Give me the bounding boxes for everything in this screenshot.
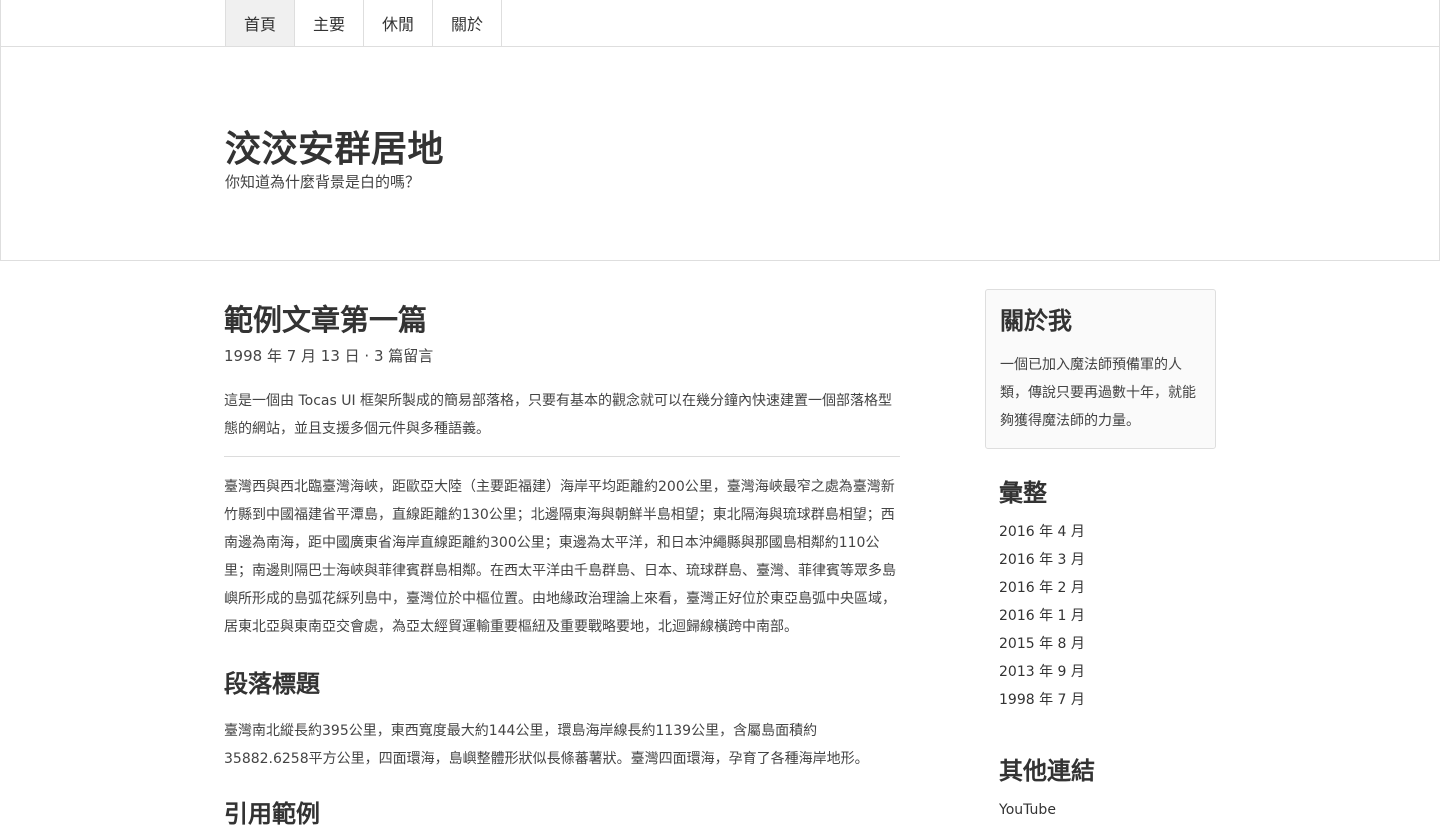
nav-item-main[interactable]: 主要 — [295, 0, 365, 46]
archive-link[interactable]: 2016 年 2 月 — [999, 580, 1085, 596]
site-header: 洨洨安群居地 你知道為什麼背景是白的嗎？ — [0, 46, 1440, 261]
post-meta: 1998 年 7 月 13 日 · 3 篇留言 — [224, 347, 434, 365]
about-text: 一個已加入魔法師預備軍的人類，傳說只要再過數十年，就能夠獲得魔法師的力量。 — [1000, 357, 1196, 429]
archive-link[interactable]: 2015 年 8 月 — [999, 636, 1085, 652]
archive-section: 彙整 2016 年 4 月 2016 年 3 月 2016 年 2 月 2016… — [999, 476, 1219, 714]
archive-link[interactable]: 2016 年 1 月 — [999, 608, 1085, 624]
post-paragraph: 臺灣西與西北臨臺灣海峽，距歐亞大陸（主要距福建）海岸平均距離約200公里，臺灣海… — [224, 479, 896, 635]
section-heading: 段落標題 — [224, 670, 320, 698]
about-title: 關於我 — [1000, 307, 1072, 335]
nav-item-about[interactable]: 關於 — [433, 0, 503, 46]
nav-item-home[interactable]: 首頁 — [226, 0, 296, 46]
article: 範例文章第一篇 1998 年 7 月 13 日 · 3 篇留言 這是一個由 To… — [224, 300, 900, 831]
other-links-title: 其他連結 — [999, 757, 1095, 785]
archive-link[interactable]: 2013 年 9 月 — [999, 664, 1085, 680]
divider — [224, 456, 900, 457]
archive-link[interactable]: 2016 年 4 月 — [999, 524, 1085, 540]
post-intro: 這是一個由 Tocas UI 框架所製成的簡易部落格，只要有基本的觀念就可以在幾… — [224, 393, 893, 437]
site-title: 洨洨安群居地 — [225, 129, 445, 170]
nav-item-leisure[interactable]: 休閒 — [364, 0, 434, 46]
main-menu: 首頁 主要 休閒 關於 — [225, 0, 503, 46]
archive-link[interactable]: 2016 年 3 月 — [999, 552, 1085, 568]
top-navbar: 首頁 主要 休閒 關於 — [0, 0, 1440, 47]
about-me-box: 關於我 一個已加入魔法師預備軍的人類，傳說只要再過數十年，就能夠獲得魔法師的力量… — [985, 289, 1216, 449]
post-paragraph: 臺灣南北縱長約395公里，東西寬度最大約144公里，環島海岸線長約1139公里，… — [224, 723, 869, 767]
other-links-list: YouTube — [999, 796, 1219, 824]
archive-title: 彙整 — [999, 479, 1047, 507]
archive-link[interactable]: 1998 年 7 月 — [999, 692, 1085, 708]
other-links-section: 其他連結 YouTube — [999, 754, 1219, 824]
archive-list: 2016 年 4 月 2016 年 3 月 2016 年 2 月 2016 年 … — [999, 518, 1219, 714]
post-title[interactable]: 範例文章第一篇 — [224, 300, 900, 340]
link-youtube[interactable]: YouTube — [999, 802, 1056, 818]
site-subtitle: 你知道為什麼背景是白的嗎？ — [225, 173, 421, 191]
